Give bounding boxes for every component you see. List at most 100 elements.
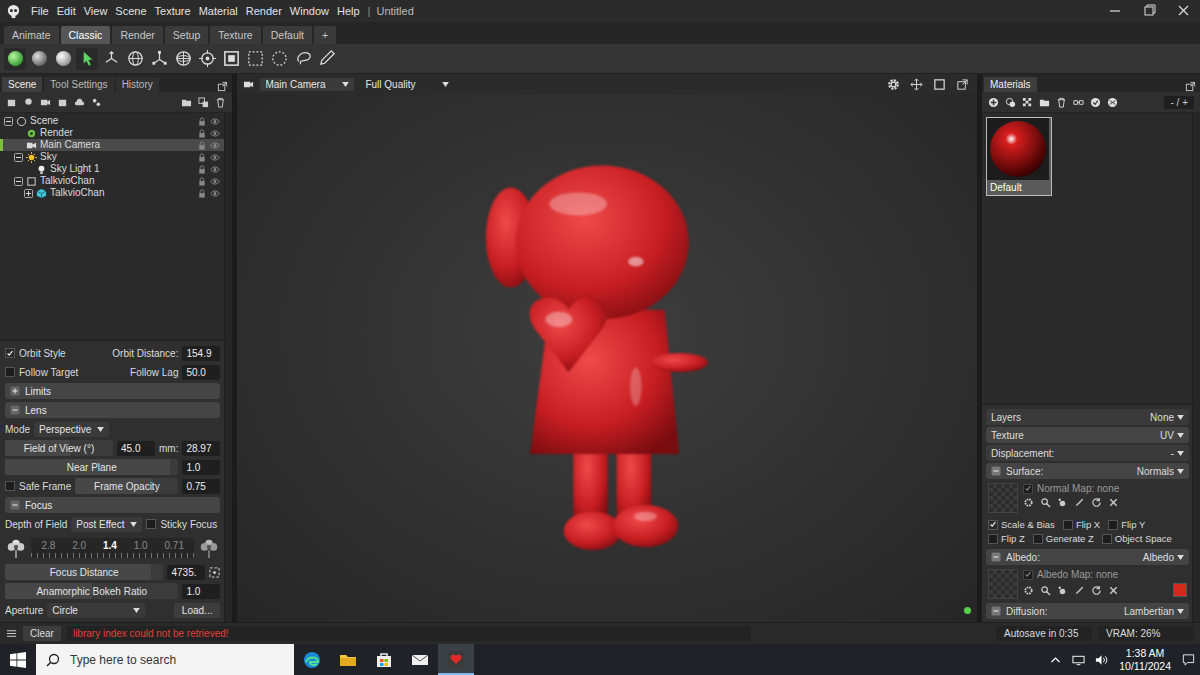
search-icon[interactable] [1040, 497, 1051, 508]
tool-button[interactable] [4, 48, 26, 70]
lens-section-header[interactable]: Lens [5, 402, 220, 418]
displacement-row[interactable]: Displacement:- [986, 445, 1189, 461]
pick-focus-icon[interactable] [209, 567, 220, 578]
taskbar-app[interactable] [402, 644, 438, 675]
layers-row[interactable]: LayersNone [986, 409, 1189, 425]
restore-icon[interactable] [1132, 0, 1166, 22]
surface-option[interactable]: Flip Y [1108, 519, 1145, 530]
trash-icon[interactable] [215, 97, 226, 108]
albedo-color-swatch[interactable] [1173, 583, 1187, 597]
link-material-icon[interactable] [1073, 97, 1084, 108]
close-icon[interactable] [1166, 0, 1200, 22]
eye-icon[interactable] [210, 117, 220, 126]
tree-row[interactable]: TalkvioChan [0, 175, 224, 187]
lock-icon[interactable] [197, 129, 207, 138]
tool-button[interactable] [292, 48, 314, 70]
add-material-icon[interactable] [988, 97, 999, 108]
workspace-tab[interactable]: + [314, 26, 336, 44]
albedo-map-checkbox[interactable] [1023, 570, 1033, 580]
brush-icon[interactable] [1074, 497, 1085, 508]
collapse-icon[interactable] [14, 177, 23, 186]
lock-icon[interactable] [197, 177, 207, 186]
properties-scrollbar[interactable] [224, 341, 232, 622]
aperture-dropdown[interactable]: Circle [47, 603, 145, 618]
refresh-icon[interactable] [1091, 497, 1102, 508]
panel-tab[interactable]: Tool Settings [44, 77, 113, 92]
fstop-ruler[interactable]: 2.82.01.41.00.71 [31, 538, 194, 558]
close-icon[interactable] [1108, 585, 1119, 596]
mode-dropdown[interactable]: Perspective [34, 422, 109, 437]
workspace-tab[interactable]: Default [263, 26, 312, 44]
fov-field[interactable]: 45.0 [117, 441, 155, 456]
panel-tab[interactable]: Scene [2, 77, 42, 92]
single-view-icon[interactable] [933, 78, 946, 91]
materials-scrollbar[interactable] [1192, 113, 1200, 403]
material-counter-field[interactable]: - / + [1164, 96, 1194, 109]
panel-tab[interactable]: History [116, 77, 159, 92]
tree-row[interactable]: Sky [0, 151, 224, 163]
tree-row[interactable]: Main Camera [0, 139, 224, 151]
material-properties-scrollbar[interactable] [1192, 405, 1200, 622]
near-plane-field[interactable]: 1.0 [182, 460, 220, 475]
menu-item[interactable]: Window [286, 5, 333, 17]
tool-button[interactable] [268, 48, 290, 70]
menu-item[interactable]: View [80, 5, 112, 17]
follow-lag-field[interactable]: 50.0 [182, 365, 220, 380]
add-cloud-icon[interactable] [74, 97, 85, 108]
add-dots-icon[interactable] [91, 97, 102, 108]
detach-panel-icon[interactable] [217, 81, 228, 92]
normal-map-thumbnail[interactable] [988, 483, 1018, 513]
tool-button[interactable] [220, 48, 242, 70]
eye-icon[interactable] [210, 165, 220, 174]
globe-material-icon[interactable] [1107, 97, 1118, 108]
fstop-value[interactable]: 1.4 [103, 540, 117, 551]
collapse-icon[interactable] [14, 153, 23, 162]
material-card[interactable]: Default [986, 117, 1052, 196]
clear-button[interactable]: Clear [23, 626, 61, 641]
tool-button[interactable] [316, 48, 338, 70]
add-cam-icon[interactable] [40, 97, 51, 108]
expand-icon[interactable] [24, 189, 33, 198]
gear-icon[interactable] [1023, 497, 1034, 508]
search-icon[interactable] [1040, 585, 1051, 596]
menu-item[interactable]: Help [333, 5, 364, 17]
dot-icon[interactable] [1057, 585, 1068, 596]
workspace-tab[interactable]: Classic [61, 26, 111, 44]
albedo-map-thumbnail[interactable] [988, 569, 1018, 599]
tree-row[interactable]: Render [0, 127, 224, 139]
tool-button[interactable] [124, 48, 146, 70]
focus-distance-field[interactable]: 4735. [167, 565, 205, 580]
menu-item[interactable]: File [27, 5, 53, 17]
eye-icon[interactable] [210, 177, 220, 186]
lock-icon[interactable] [197, 153, 207, 162]
near-plane-slider[interactable]: Near Plane [5, 459, 178, 475]
quality-dropdown[interactable]: Full Quality [360, 78, 454, 91]
eye-icon[interactable] [210, 189, 220, 198]
detach-panel-icon[interactable] [1185, 81, 1196, 92]
orbit-style-checkbox[interactable] [5, 348, 15, 358]
texture-row[interactable]: TextureUV [986, 427, 1189, 443]
tool-button[interactable] [244, 48, 266, 70]
dot-icon[interactable] [1057, 497, 1068, 508]
fstop-value[interactable]: 1.0 [134, 540, 148, 551]
taskbar-app[interactable] [438, 644, 474, 675]
sticky-focus-checkbox[interactable] [146, 519, 156, 529]
option-checkbox[interactable] [1033, 534, 1043, 544]
start-button[interactable] [0, 644, 36, 675]
taskbar-search[interactable]: Type here to search [36, 644, 294, 675]
taskbar-app[interactable] [330, 644, 366, 675]
focus-distance-slider[interactable]: Focus Distance [5, 564, 163, 580]
tool-button[interactable] [100, 48, 122, 70]
limits-section-header[interactable]: Limits [5, 383, 220, 399]
folder-material-icon[interactable] [1039, 97, 1050, 108]
albedo-row[interactable]: Albedo:Albedo [986, 549, 1189, 565]
panel-tab[interactable]: Materials [984, 77, 1037, 92]
folder-icon[interactable] [181, 97, 192, 108]
tool-button[interactable] [52, 48, 74, 70]
dof-dropdown[interactable]: Post Effect [71, 517, 142, 532]
add-box-icon[interactable] [57, 97, 68, 108]
trash-material-icon[interactable] [1056, 97, 1067, 108]
option-checkbox[interactable] [1108, 520, 1118, 530]
focus-section-header[interactable]: Focus [5, 497, 220, 513]
lock-icon[interactable] [197, 117, 207, 126]
